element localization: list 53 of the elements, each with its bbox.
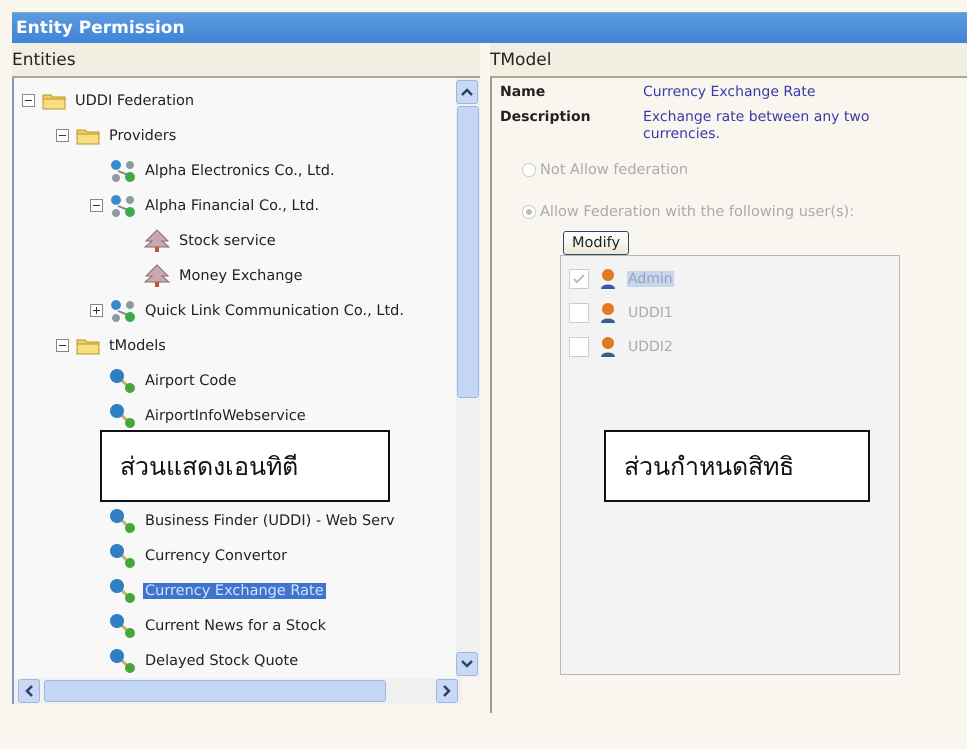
tree-item[interactable]: Business Finder (UDDI) - Web Serv bbox=[143, 512, 397, 528]
tree-item[interactable]: UDDI Federation bbox=[73, 92, 196, 108]
expand-toggle[interactable] bbox=[90, 304, 103, 317]
field-value: Currency Exchange Rate bbox=[643, 84, 816, 101]
window-title: Entity Permission bbox=[16, 18, 185, 38]
tree-item[interactable]: Airport Code bbox=[143, 372, 238, 388]
tree-item[interactable]: Alpha Financial Co., Ltd. bbox=[143, 198, 322, 214]
connected-balls-icon bbox=[109, 578, 137, 604]
tree-item[interactable]: Currency Convertor bbox=[143, 548, 290, 564]
tree-item[interactable]: tModels bbox=[107, 338, 168, 354]
caret-icon bbox=[25, 685, 33, 697]
panel-header: TModel bbox=[490, 43, 967, 78]
connected-balls-icon bbox=[109, 508, 137, 534]
panel-header: Entities bbox=[12, 43, 480, 78]
tree-item[interactable]: Providers bbox=[107, 128, 178, 144]
expand-toggle[interactable] bbox=[56, 339, 69, 352]
tree-icon bbox=[143, 264, 171, 288]
scroll-down-button[interactable] bbox=[456, 652, 478, 676]
field-value: Exchange rate between any two currencies. bbox=[643, 109, 870, 143]
scroll-thumb[interactable] bbox=[457, 106, 479, 398]
expand-toggle[interactable] bbox=[56, 129, 69, 142]
check-icon bbox=[573, 274, 585, 284]
tree-item[interactable]: Alpha Electronics Co., Ltd. bbox=[143, 162, 337, 178]
scroll-right-button[interactable] bbox=[436, 679, 458, 703]
scroll-up-button[interactable] bbox=[456, 80, 478, 104]
field-label: Name bbox=[500, 84, 546, 101]
tree-icon bbox=[143, 228, 171, 252]
expand-toggle[interactable] bbox=[22, 94, 35, 107]
callout-box: ส่วนแสดงเอนทิตี bbox=[100, 430, 390, 502]
caret-icon bbox=[443, 685, 451, 697]
tree-item[interactable]: Stock service bbox=[177, 232, 278, 248]
connected-balls-icon bbox=[109, 542, 137, 568]
tree-item[interactable]: Quick Link Communication Co., Ltd. bbox=[143, 302, 406, 318]
expand-toggle[interactable] bbox=[90, 199, 103, 212]
user-icon bbox=[599, 302, 617, 324]
caret-icon bbox=[461, 88, 473, 96]
horizontal-scrollbar[interactable] bbox=[12, 678, 462, 704]
tree-item[interactable]: Delayed Stock Quote bbox=[143, 652, 300, 668]
scroll-thumb[interactable] bbox=[44, 680, 386, 702]
connected-balls-icon bbox=[109, 612, 137, 638]
caret-icon bbox=[461, 660, 473, 668]
tree-item[interactable]: Current News for a Stock bbox=[143, 618, 328, 634]
connected-balls-icon bbox=[109, 368, 137, 394]
field-label: Description bbox=[500, 109, 592, 127]
callout-box: ส่วนกำหนดสิทธิ bbox=[604, 430, 870, 502]
connected-balls-icon bbox=[109, 402, 137, 428]
user-icon bbox=[599, 268, 617, 290]
scroll-left-button[interactable] bbox=[18, 679, 40, 703]
tree-item[interactable]: Money Exchange bbox=[177, 268, 305, 284]
tree-item[interactable]: AirportInfoWebservice bbox=[143, 408, 308, 424]
connected-balls-icon bbox=[109, 648, 137, 674]
vertical-scrollbar[interactable] bbox=[456, 78, 480, 678]
user-icon bbox=[599, 336, 617, 358]
